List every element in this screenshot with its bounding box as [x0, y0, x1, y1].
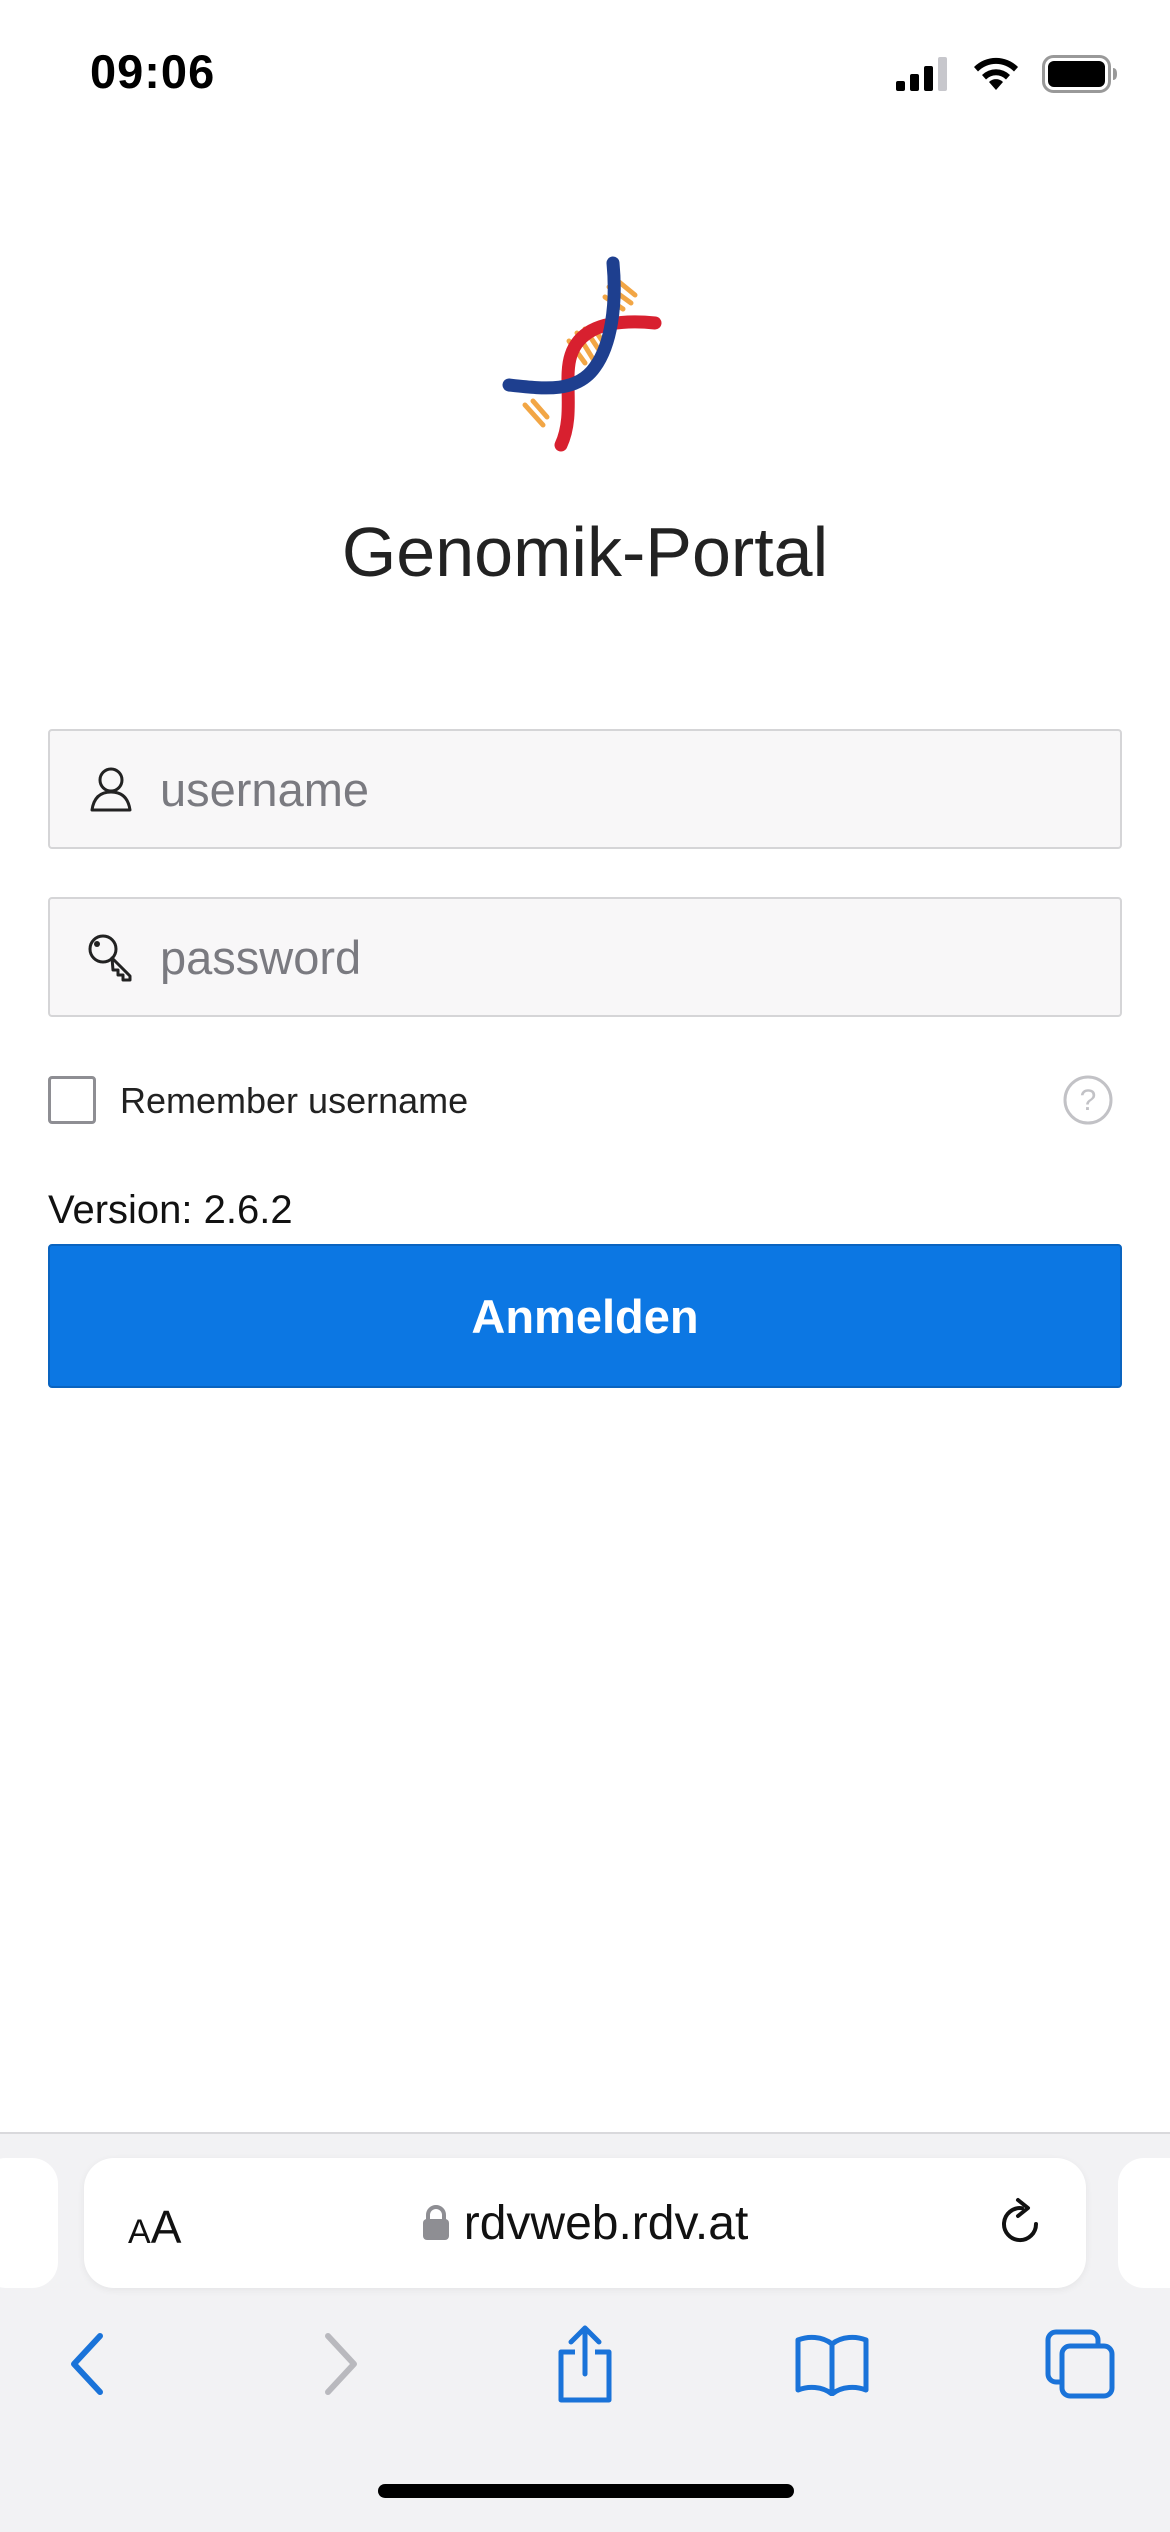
version-label: Version: 2.6.2 [48, 1188, 293, 1232]
url-text: rdvweb.rdv.at [463, 2196, 749, 2250]
back-button[interactable] [38, 2314, 138, 2414]
status-bar: 09:06 [0, 0, 1170, 150]
battery-icon [1042, 55, 1117, 93]
username-field[interactable] [48, 729, 1122, 849]
lock-icon [422, 2205, 449, 2240]
remember-row: Remember username ? [48, 1074, 1122, 1126]
status-icons [896, 52, 1118, 96]
forward-button[interactable] [290, 2314, 390, 2414]
chevron-right-icon [325, 2333, 357, 2395]
reload-icon[interactable] [992, 2196, 1048, 2252]
password-field[interactable] [48, 897, 1122, 1017]
chevron-left-icon [71, 2333, 103, 2395]
app-title: Genomik-Portal [341, 513, 829, 591]
url-display[interactable]: rdvweb.rdv.at [84, 2158, 1086, 2288]
share-icon [558, 2325, 612, 2403]
next-tab-preview[interactable] [1118, 2158, 1170, 2288]
home-indicator [378, 2484, 794, 2498]
address-bar[interactable]: AA rdvweb.rdv.at [84, 2158, 1086, 2288]
username-input[interactable] [160, 731, 1100, 847]
browser-bottom-bar: AA rdvweb.rdv.at [0, 2132, 1170, 2532]
share-button[interactable] [535, 2314, 635, 2414]
previous-tab-preview[interactable] [0, 2158, 58, 2288]
remember-checkbox[interactable] [48, 1076, 96, 1124]
user-icon [90, 767, 132, 812]
help-icon[interactable]: ? [1062, 1074, 1114, 1126]
password-input[interactable] [160, 899, 1100, 1015]
tabs-button[interactable] [1030, 2314, 1130, 2414]
cellular-signal-icon [896, 57, 947, 91]
key-icon [88, 934, 132, 982]
login-button[interactable]: Anmelden [48, 1244, 1122, 1388]
tabs-icon [1045, 2329, 1115, 2399]
dna-logo [502, 256, 662, 452]
browser-toolbar [0, 2314, 1170, 2434]
status-time: 09:06 [90, 45, 216, 98]
bookmarks-button[interactable] [782, 2314, 882, 2414]
svg-text:?: ? [1080, 1084, 1097, 1117]
remember-label[interactable]: Remember username [120, 1080, 468, 1122]
book-icon [795, 2334, 869, 2396]
wifi-icon [974, 57, 1018, 90]
